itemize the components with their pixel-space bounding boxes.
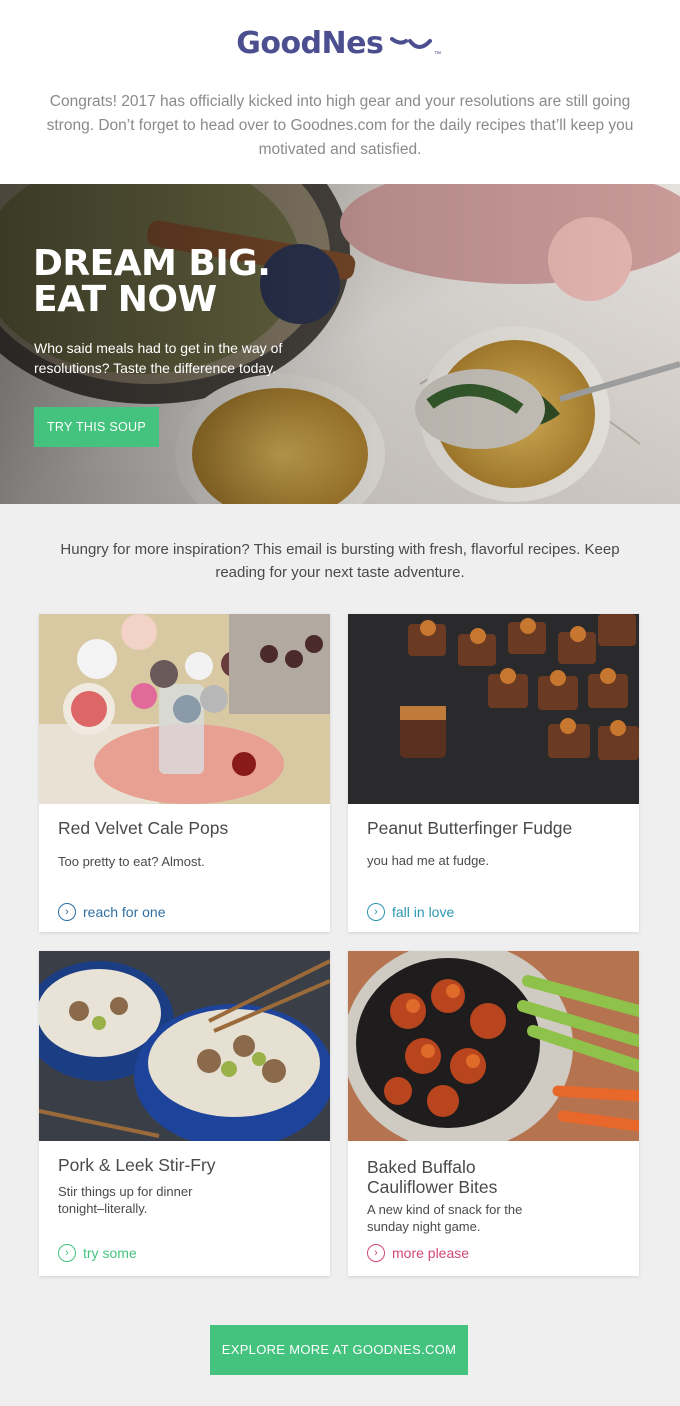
fudge-image [348,614,639,804]
stir-fry-image [39,951,330,1141]
cauliflower-bites-image [348,951,639,1141]
card-title: Baked Buffalo Cauliflower Bites [367,1157,498,1197]
cta-label: fall in love [392,904,455,920]
hero-subtitle: Who said meals had to get in the way of … [34,340,283,376]
recipe-card-red-velvet[interactable]: Red Velvet Cale Pops Too pretty to eat? … [39,614,330,932]
logo[interactable]: GoodNes ™ [0,26,680,70]
inspiration-text: Hungry for more inspiration? This email … [60,541,620,581]
trademark: ™ [434,51,441,58]
more-please-link[interactable]: › more please [367,1244,469,1262]
try-soup-button[interactable]: TRY THIS SOUP [34,407,159,447]
card-description: Too pretty to eat? Almost. [58,854,205,869]
cta-label: more please [392,1245,470,1261]
try-some-link[interactable]: › try some [58,1244,137,1262]
card-title: Peanut Butterfinger Fudge [367,818,573,838]
fall-in-love-link[interactable]: › fall in love [367,903,454,921]
cake-pops-image [39,614,330,804]
card-description: A new kind of snack for the sunday night… [367,1202,523,1234]
logo-wordmark: GoodNes [236,26,384,61]
reach-for-one-link[interactable]: › reach for one [58,903,166,921]
card-description: you had me at fudge. [367,853,490,868]
explore-goodnes-button[interactable]: EXPLORE MORE AT GOODNES.COM [210,1325,468,1375]
cta-label: reach for one [83,904,166,920]
recipe-card-pork-leek[interactable]: Pork & Leek Stir-Fry Stir things up for … [39,951,330,1276]
recipe-card-buffalo-cauliflower[interactable]: Baked Buffalo Cauliflower Bites A new ki… [348,951,639,1276]
chevron-right-icon: › [367,1244,385,1262]
header: GoodNes ™ Congrats! 2017 has officially … [0,0,680,184]
recipe-card-peanut-fudge[interactable]: Peanut Butterfinger Fudge you had me at … [348,614,639,932]
intro-text: Congrats! 2017 has officially kicked int… [46,93,634,158]
card-description: Stir things up for dinner tonight–litera… [58,1184,193,1216]
card-title: Red Velvet Cale Pops [58,818,229,838]
chevron-right-icon: › [58,1244,76,1262]
cta-label: try some [83,1245,137,1261]
chevron-right-icon: › [58,903,76,921]
chevron-right-icon: › [367,903,385,921]
card-title: Pork & Leek Stir-Fry [58,1155,216,1175]
hero-banner[interactable]: DREAM BIG. EAT NOW Who said meals had to… [0,184,680,504]
smile-logo-icon: ™ [389,36,441,58]
hero-title: DREAM BIG. EAT NOW [33,243,271,320]
